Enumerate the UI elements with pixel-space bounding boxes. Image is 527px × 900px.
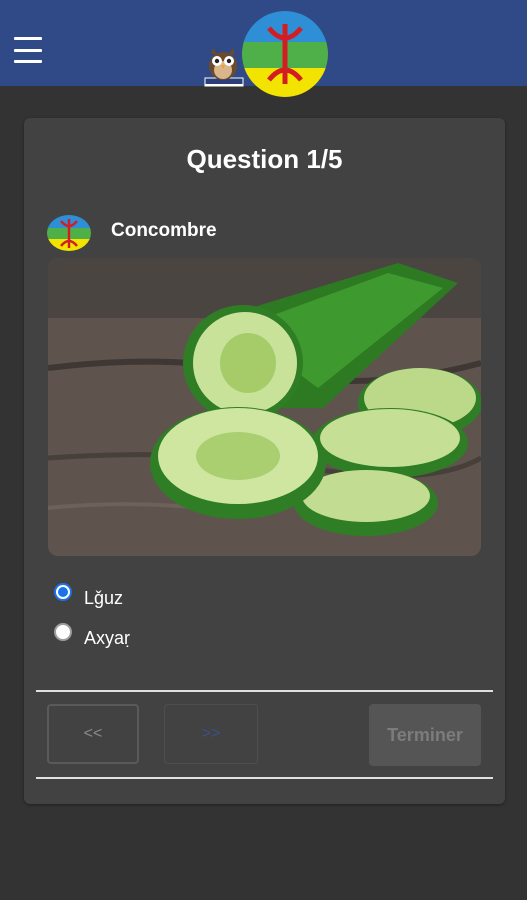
word-label: Concombre [111, 220, 217, 241]
finish-button[interactable]: Terminer [369, 704, 481, 766]
cucumber-photo [48, 258, 481, 556]
previous-button[interactable]: << [47, 704, 139, 764]
amazigh-flag-icon [47, 215, 91, 251]
amazigh-flag-icon [242, 11, 328, 97]
radio-button-checked[interactable] [54, 583, 72, 601]
option-label: Lǧuz [84, 587, 124, 608]
quiz-card: Question 1/5 Concombre Lǧuz Axyaṛ << >> … [24, 118, 505, 804]
divider [36, 777, 493, 779]
owl-mascot-icon [204, 48, 244, 87]
next-button[interactable]: >> [164, 704, 258, 764]
divider [36, 690, 493, 692]
option-label: Axyaṛ [84, 627, 131, 648]
hamburger-menu-icon[interactable] [14, 37, 46, 63]
radio-button[interactable] [54, 623, 72, 641]
question-title: Question 1/5 [186, 144, 343, 174]
option-axyar[interactable]: Axyaṛ [54, 612, 130, 652]
option-lguz[interactable]: Lǧuz [54, 572, 130, 612]
answer-options: Lǧuz Axyaṛ [54, 572, 130, 652]
app-bar [0, 0, 527, 97]
